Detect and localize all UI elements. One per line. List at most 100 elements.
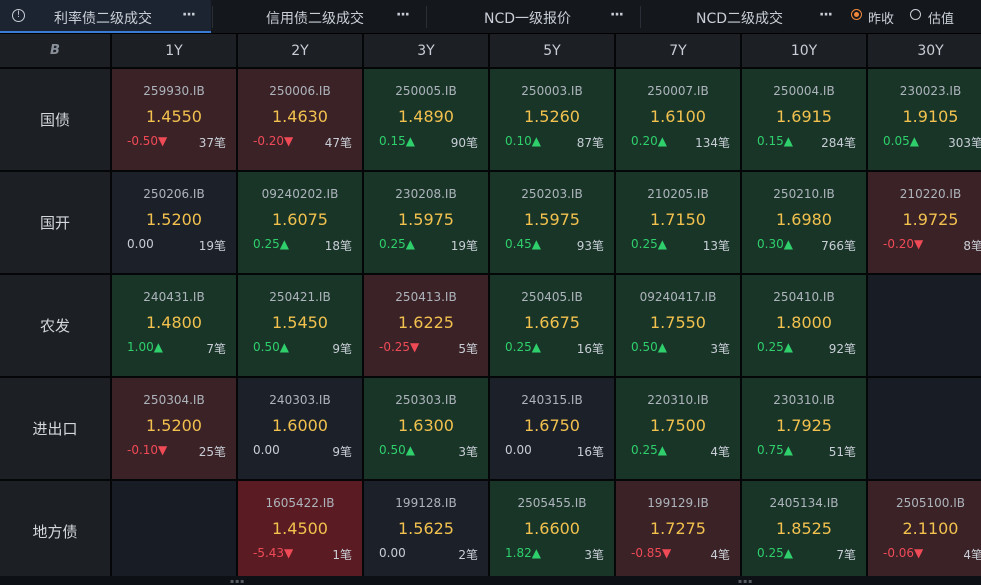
yield-change: 0.50▲ xyxy=(253,340,289,354)
more-options-icon[interactable]: ··· xyxy=(610,7,624,23)
bond-cell[interactable]: 250007.IB 1.6100 0.20▲ 134笔 xyxy=(616,69,740,170)
bond-yield: 1.5625 xyxy=(398,519,454,538)
bond-cell[interactable]: 250005.IB 1.4890 0.15▲ 90笔 xyxy=(364,69,488,170)
info-icon[interactable]: ! xyxy=(12,9,25,22)
trade-count: 3笔 xyxy=(584,548,604,562)
radio-valuation-label[interactable]: 估值 xyxy=(928,8,954,27)
yield-change: 0.25▲ xyxy=(505,340,541,354)
yield-change: 0.50▲ xyxy=(631,340,667,354)
bond-cell[interactable]: 2505455.IB 1.6600 1.82▲ 3笔 xyxy=(490,481,614,582)
bond-cell[interactable]: 250421.IB 1.5450 0.50▲ 9笔 xyxy=(238,275,362,376)
trade-count: 303笔 xyxy=(948,136,981,150)
bond-yield: 1.9725 xyxy=(902,210,959,229)
bond-code: 09240202.IB xyxy=(261,187,339,201)
yield-matrix: B 1Y 2Y 3Y 5Y 7Y 10Y 30Y 国债 259930.IB 1.45… xyxy=(0,34,981,582)
bond-cell[interactable]: 230310.IB 1.7925 0.75▲ 51笔 xyxy=(742,378,866,479)
bond-cell[interactable]: 250006.IB 1.4630 -0.20▼ 47笔 xyxy=(238,69,362,170)
resize-handle-icon[interactable]: ▪▪▪ xyxy=(738,578,753,585)
bond-yield: 1.4800 xyxy=(146,313,202,332)
bond-yield: 1.6225 xyxy=(398,313,454,332)
bond-cell[interactable]: 220310.IB 1.7500 0.25▲ 4笔 xyxy=(616,378,740,479)
bond-cell[interactable]: 240431.IB 1.4800 1.00▲ 7笔 xyxy=(112,275,236,376)
bond-cell[interactable]: 259930.IB 1.4550 -0.50▼ 37笔 xyxy=(112,69,236,170)
bond-code: 250004.IB xyxy=(773,84,835,98)
bond-cell[interactable]: 250206.IB 1.5200 0.00 19笔 xyxy=(112,172,236,273)
more-options-icon[interactable]: ··· xyxy=(182,7,196,23)
bond-yield: 1.6750 xyxy=(524,416,580,435)
yield-change: 0.30▲ xyxy=(757,237,793,251)
yield-change: 0.25▲ xyxy=(631,237,667,251)
tab-label: NCD二级成交 xyxy=(696,11,784,27)
yield-change: 0.05▲ xyxy=(883,134,919,148)
bond-cell[interactable]: 09240417.IB 1.7550 0.50▲ 3笔 xyxy=(616,275,740,376)
bond-cell[interactable]: 09240202.IB 1.6075 0.25▲ 18笔 xyxy=(238,172,362,273)
bond-code: 250005.IB xyxy=(395,84,457,98)
bond-cell[interactable]: 250003.IB 1.5260 0.10▲ 87笔 xyxy=(490,69,614,170)
trade-count: 19笔 xyxy=(198,239,226,253)
trade-count: 13笔 xyxy=(702,239,730,253)
trade-count: 4笔 xyxy=(710,445,730,459)
tab-credit-bond-secondary[interactable]: 信用债二级成交 ··· xyxy=(213,0,426,33)
bond-cell[interactable]: 210205.IB 1.7150 0.25▲ 13笔 xyxy=(616,172,740,273)
more-options-icon[interactable]: ··· xyxy=(396,7,410,23)
trade-count: 87笔 xyxy=(576,136,604,150)
radio-prev-close[interactable] xyxy=(851,9,862,20)
trade-count: 4笔 xyxy=(963,548,981,562)
bond-cell[interactable]: 250004.IB 1.6915 0.15▲ 284笔 xyxy=(742,69,866,170)
resize-handle-icon[interactable]: ▪▪▪ xyxy=(230,578,245,585)
bond-code: 1605422.IB xyxy=(265,496,335,510)
tab-ncd-secondary[interactable]: NCD二级成交 ··· xyxy=(641,0,841,33)
bond-yield: 1.6675 xyxy=(524,313,580,332)
trade-count: 134笔 xyxy=(695,136,730,150)
bond-cell[interactable]: 250203.IB 1.5975 0.45▲ 93笔 xyxy=(490,172,614,273)
bond-cell[interactable]: 2505100.IB 2.1100 -0.06▼ 4笔 xyxy=(868,481,981,582)
yield-change: 0.25▲ xyxy=(379,237,415,251)
yield-change: -0.20▼ xyxy=(253,134,294,148)
bond-code: 230310.IB xyxy=(773,393,835,407)
bond-code: 250304.IB xyxy=(143,393,205,407)
bond-yield: 1.7150 xyxy=(650,210,706,229)
bond-code: 220310.IB xyxy=(647,393,709,407)
column-header: 2Y xyxy=(238,34,362,67)
radio-valuation[interactable] xyxy=(910,9,921,20)
yield-change: 0.00 xyxy=(379,546,406,560)
tab-ncd-primary-quote[interactable]: NCD一级报价 ··· xyxy=(427,0,640,33)
empty-cell xyxy=(868,378,981,479)
row-header: 国开 xyxy=(0,172,110,273)
bond-cell[interactable]: 250413.IB 1.6225 -0.25▼ 5笔 xyxy=(364,275,488,376)
bond-code: 240315.IB xyxy=(521,393,583,407)
bond-cell[interactable]: 199128.IB 1.5625 0.00 2笔 xyxy=(364,481,488,582)
yield-change: -0.20▼ xyxy=(883,237,924,251)
bond-cell[interactable]: 240315.IB 1.6750 0.00 16笔 xyxy=(490,378,614,479)
bond-code: 09240417.IB xyxy=(639,290,717,304)
bond-cell[interactable]: 240303.IB 1.6000 0.00 9笔 xyxy=(238,378,362,479)
bond-cell[interactable]: 250210.IB 1.6980 0.30▲ 766笔 xyxy=(742,172,866,273)
bond-code: 250413.IB xyxy=(395,290,457,304)
yield-change: 0.10▲ xyxy=(505,134,541,148)
bond-code: 2505455.IB xyxy=(517,496,587,510)
bond-yield: 1.4630 xyxy=(272,107,328,126)
bond-cell[interactable]: 1605422.IB 1.4500 -5.43▼ 1笔 xyxy=(238,481,362,582)
bond-yield: 1.7925 xyxy=(776,416,832,435)
tab-rate-bond-secondary[interactable]: ! 利率债二级成交 ··· xyxy=(0,0,211,33)
trade-count: 90笔 xyxy=(450,136,478,150)
column-header: 1Y xyxy=(112,34,236,67)
bond-cell[interactable]: 250304.IB 1.5200 -0.10▼ 25笔 xyxy=(112,378,236,479)
bond-cell[interactable]: 250405.IB 1.6675 0.25▲ 16笔 xyxy=(490,275,614,376)
bond-cell[interactable]: 210220.IB 1.9725 -0.20▼ 8笔 xyxy=(868,172,981,273)
bond-code: 250206.IB xyxy=(143,187,205,201)
empty-cell xyxy=(868,275,981,376)
bond-cell[interactable]: 230208.IB 1.5975 0.25▲ 19笔 xyxy=(364,172,488,273)
bond-cell[interactable]: 199129.IB 1.7275 -0.85▼ 4笔 xyxy=(616,481,740,582)
yield-change: 0.15▲ xyxy=(379,134,415,148)
bond-cell[interactable]: 2405134.IB 1.8525 0.25▲ 7笔 xyxy=(742,481,866,582)
radio-prev-close-label[interactable]: 昨收 xyxy=(868,8,894,27)
yield-change: -0.06▼ xyxy=(883,546,924,560)
bond-cell[interactable]: 250303.IB 1.6300 0.50▲ 3笔 xyxy=(364,378,488,479)
bond-cell[interactable]: 250410.IB 1.8000 0.25▲ 92笔 xyxy=(742,275,866,376)
more-options-icon[interactable]: ··· xyxy=(819,7,833,23)
yield-change: 0.25▲ xyxy=(631,443,667,457)
bond-cell[interactable]: 230023.IB 1.9105 0.05▲ 303笔 xyxy=(868,69,981,170)
yield-change: 0.50▲ xyxy=(379,443,415,457)
bond-yield: 1.5975 xyxy=(398,210,454,229)
